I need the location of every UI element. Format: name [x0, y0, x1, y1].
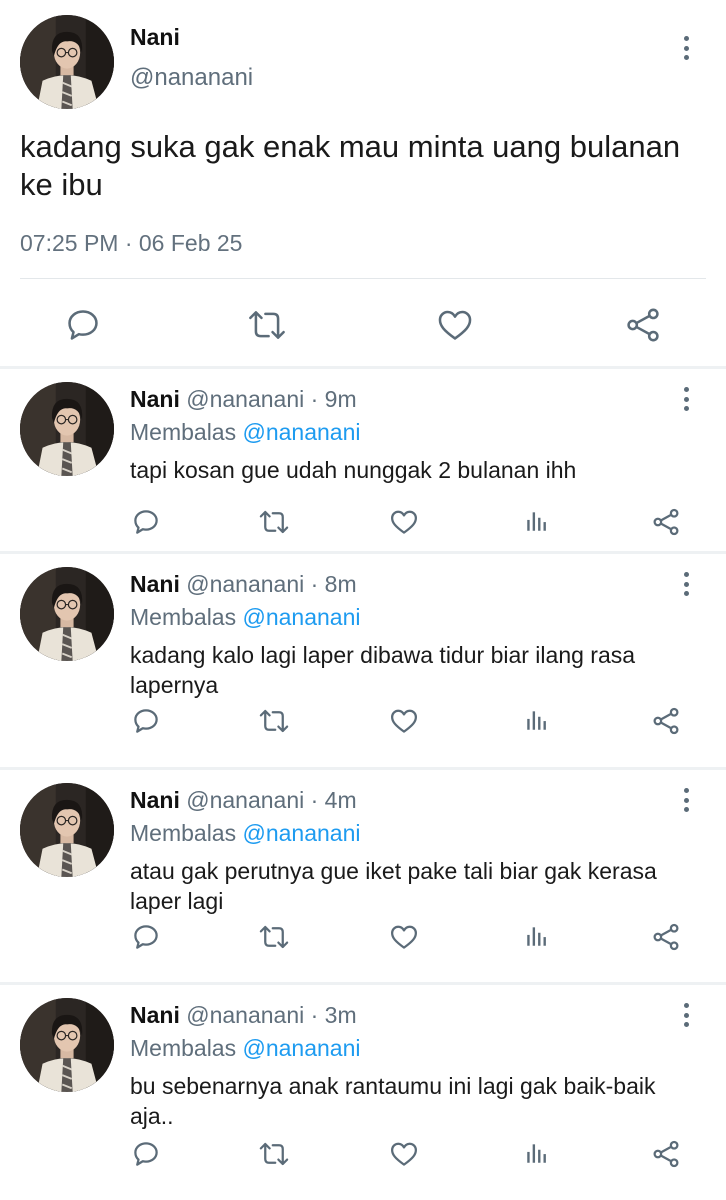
more-options-icon[interactable]: [676, 385, 696, 413]
username[interactable]: @nananani: [186, 1002, 304, 1028]
avatar[interactable]: [20, 15, 114, 109]
reply-tweet[interactable]: Nani @nananani · 4m Membalas @nananani ata…: [0, 770, 726, 982]
reply-header: Nani @nananani · 8m: [130, 571, 357, 598]
replying-to: Membalas @nananani: [130, 820, 361, 847]
reply-time: · 9m: [310, 386, 357, 412]
like-icon[interactable]: [389, 922, 419, 952]
share-icon[interactable]: [624, 306, 662, 344]
more-options-icon[interactable]: [676, 786, 696, 814]
replying-label: Membalas: [130, 820, 237, 846]
views-icon[interactable]: [524, 1139, 550, 1167]
reply-text: bu sebenarnya anak rantaumu ini lagi gak…: [130, 1073, 656, 1129]
replying-label: Membalas: [130, 1035, 237, 1061]
share-icon[interactable]: [651, 706, 681, 736]
reply-text: tapi kosan gue udah nunggak 2 bulanan ih…: [130, 457, 577, 483]
display-name[interactable]: Nani: [130, 571, 180, 597]
reply-time: · 8m: [310, 571, 357, 597]
username[interactable]: @nananani: [186, 571, 304, 597]
reply-time: · 4m: [310, 787, 357, 813]
views-icon[interactable]: [524, 922, 550, 950]
views-icon[interactable]: [524, 507, 550, 535]
more-options-icon[interactable]: [676, 1001, 696, 1029]
reply-time: · 3m: [310, 1002, 357, 1028]
tweet-text: kadang suka gak enak mau minta uang bula…: [20, 129, 681, 202]
reply-icon[interactable]: [131, 706, 161, 736]
mention-link[interactable]: @nananani: [243, 820, 361, 846]
retweet-icon[interactable]: [257, 922, 291, 952]
reply-header: Nani @nananani · 9m: [130, 386, 357, 413]
username[interactable]: @nananani: [186, 787, 304, 813]
share-icon[interactable]: [651, 1139, 681, 1169]
reply-text: kadang kalo lagi laper dibawa tidur biar…: [130, 642, 636, 698]
display-name[interactable]: Nani: [130, 24, 180, 51]
views-icon[interactable]: [524, 706, 550, 734]
mention-link[interactable]: @nananani: [243, 1035, 361, 1061]
username[interactable]: @nananani: [186, 386, 304, 412]
avatar[interactable]: [20, 382, 114, 476]
display-name[interactable]: Nani: [130, 386, 180, 412]
retweet-icon[interactable]: [257, 706, 291, 736]
more-options-icon[interactable]: [676, 34, 696, 62]
replying-to: Membalas @nananani: [130, 1035, 361, 1062]
avatar[interactable]: [20, 998, 114, 1092]
more-options-icon[interactable]: [676, 570, 696, 598]
reply-text: atau gak perutnya gue iket pake tali bia…: [130, 858, 657, 914]
display-name[interactable]: Nani: [130, 1002, 180, 1028]
retweet-icon[interactable]: [257, 507, 291, 537]
like-icon[interactable]: [436, 306, 474, 344]
display-name[interactable]: Nani: [130, 787, 180, 813]
retweet-icon[interactable]: [257, 1139, 291, 1169]
like-icon[interactable]: [389, 1139, 419, 1169]
replying-to: Membalas @nananani: [130, 419, 361, 446]
reply-header: Nani @nananani · 3m: [130, 1002, 357, 1029]
mention-link[interactable]: @nananani: [243, 419, 361, 445]
reply-tweet[interactable]: Nani @nananani · 9m Membalas @nananani tap…: [0, 369, 726, 551]
avatar[interactable]: [20, 783, 114, 877]
mention-link[interactable]: @nananani: [243, 604, 361, 630]
replying-label: Membalas: [130, 604, 237, 630]
reply-icon[interactable]: [131, 1139, 161, 1169]
like-icon[interactable]: [389, 706, 419, 736]
reply-icon[interactable]: [131, 922, 161, 952]
reply-icon[interactable]: [64, 306, 102, 344]
reply-tweet[interactable]: Nani @nananani · 8m Membalas @nananani kad…: [0, 554, 726, 767]
reply-header: Nani @nananani · 4m: [130, 787, 357, 814]
divider: [20, 278, 706, 279]
username[interactable]: @nananani: [130, 64, 253, 92]
replying-to: Membalas @nananani: [130, 604, 361, 631]
replying-label: Membalas: [130, 419, 237, 445]
reply-icon[interactable]: [131, 507, 161, 537]
share-icon[interactable]: [651, 922, 681, 952]
retweet-icon[interactable]: [246, 306, 288, 344]
like-icon[interactable]: [389, 507, 419, 537]
main-tweet: Nani @nananani kadang suka gak enak mau …: [0, 0, 726, 366]
tweet-timestamp: 07:25 PM · 06 Feb 25: [20, 230, 243, 256]
avatar[interactable]: [20, 567, 114, 661]
reply-tweet[interactable]: Nani @nananani · 3m Membalas @nananani bu …: [0, 985, 726, 1200]
share-icon[interactable]: [651, 507, 681, 537]
